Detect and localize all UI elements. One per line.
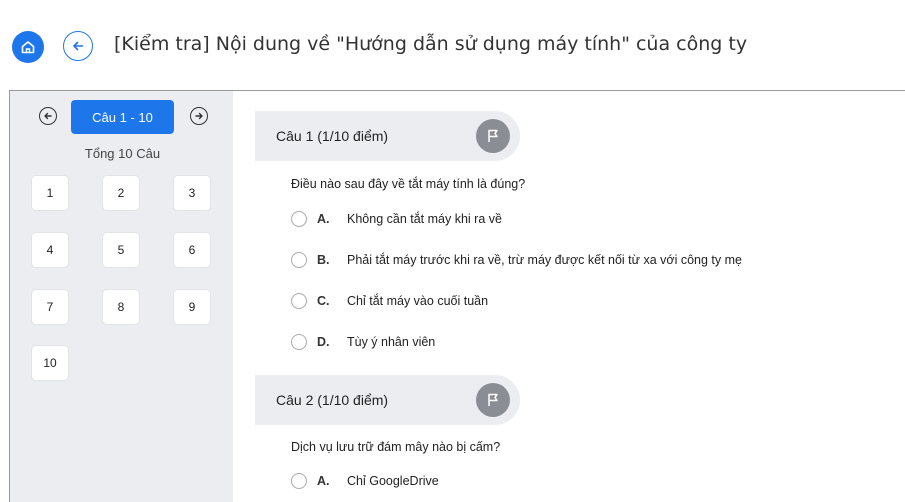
option-text: Tùy ý nhân viên <box>347 335 436 349</box>
next-page-button[interactable] <box>190 107 208 125</box>
question-button-5[interactable]: 5 <box>103 233 139 267</box>
question-header: Câu 2 (1/10 điểm) <box>255 375 520 425</box>
question-button-7[interactable]: 7 <box>32 290 68 324</box>
home-button[interactable] <box>12 31 44 63</box>
option-text: Chỉ tắt máy vào cuối tuần <box>347 294 489 308</box>
option-letter: A. <box>317 212 330 226</box>
option-letter: D. <box>317 335 330 349</box>
radio-button[interactable] <box>291 252 307 268</box>
option-c[interactable]: C. Chỉ tắt máy vào cuối tuần <box>291 291 488 311</box>
option-letter: B. <box>317 253 330 267</box>
option-a[interactable]: A. Chỉ GoogleDrive <box>291 471 439 491</box>
option-letter: C. <box>317 294 330 308</box>
home-icon <box>21 41 35 54</box>
question-button-3[interactable]: 3 <box>174 176 210 210</box>
circle-arrow-left-icon <box>44 112 52 120</box>
question-score-label: Câu 1 (1/10 điểm) <box>276 128 389 144</box>
page-title: [Kiểm tra] Nội dung về "Hướng dẫn sử dụn… <box>114 33 748 55</box>
question-range-button[interactable]: Câu 1 - 10 <box>71 100 174 134</box>
option-letter: A. <box>317 474 330 488</box>
option-text: Chỉ GoogleDrive <box>347 474 439 488</box>
quiz-frame: Câu 1 - 10 Tổng 10 Câu 1 2 3 4 5 6 7 8 9… <box>9 90 905 502</box>
option-text: Không cần tắt máy khi ra về <box>347 212 502 226</box>
flag-button[interactable] <box>476 119 510 153</box>
total-questions-label: Tổng 10 Câu <box>84 146 161 161</box>
circle-arrow-right-icon <box>195 112 203 120</box>
arrow-left-icon <box>73 41 84 51</box>
option-a[interactable]: A. Không cần tắt máy khi ra về <box>291 209 502 229</box>
back-button[interactable] <box>63 31 93 61</box>
flag-icon <box>488 129 498 142</box>
question-button-8[interactable]: 8 <box>103 290 139 324</box>
radio-button[interactable] <box>291 211 307 227</box>
question-button-1[interactable]: 1 <box>32 176 68 210</box>
radio-button[interactable] <box>291 473 307 489</box>
radio-button[interactable] <box>291 334 307 350</box>
question-navigator: Câu 1 - 10 Tổng 10 Câu 1 2 3 4 5 6 7 8 9… <box>10 91 233 502</box>
flag-icon <box>488 393 498 406</box>
flag-button[interactable] <box>476 383 510 417</box>
question-button-6[interactable]: 6 <box>174 233 210 267</box>
question-button-10[interactable]: 10 <box>32 346 68 380</box>
option-b[interactable]: B. Phải tắt máy trước khi ra về, trừ máy… <box>291 250 742 270</box>
question-text: Dịch vụ lưu trữ đám mây nào bị cấm? <box>291 440 501 454</box>
question-text: Điều nào sau đây về tắt máy tính là đúng… <box>291 177 526 191</box>
question-header: Câu 1 (1/10 điểm) <box>255 111 520 161</box>
question-button-9[interactable]: 9 <box>174 290 210 324</box>
option-text: Phải tắt máy trước khi ra về, trừ máy đư… <box>347 253 742 267</box>
prev-page-button[interactable] <box>39 107 57 125</box>
question-list: Câu 1 (1/10 điểm) Điều nào sau đây về tắ… <box>233 91 905 502</box>
question-button-4[interactable]: 4 <box>32 233 68 267</box>
option-d[interactable]: D. Tùy ý nhân viên <box>291 332 435 352</box>
question-score-label: Câu 2 (1/10 điểm) <box>276 392 389 408</box>
radio-button[interactable] <box>291 293 307 309</box>
header: [Kiểm tra] Nội dung về "Hướng dẫn sử dụn… <box>0 0 905 90</box>
question-button-2[interactable]: 2 <box>103 176 139 210</box>
